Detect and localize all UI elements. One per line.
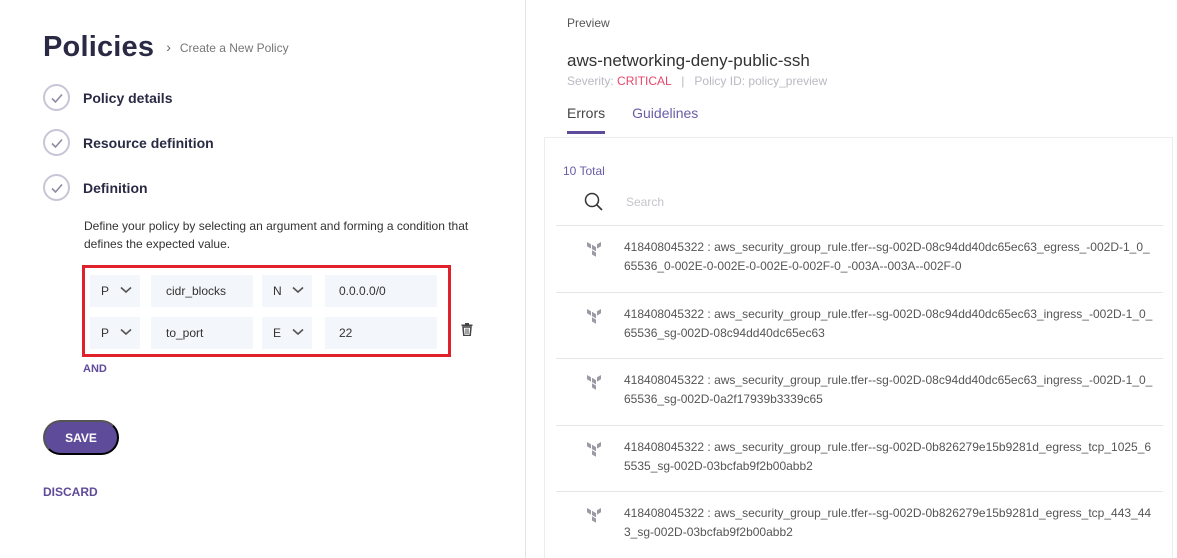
check-circle-icon xyxy=(43,84,70,111)
operator-select[interactable]: P xyxy=(90,317,140,349)
definition-description: Define your policy by selecting an argum… xyxy=(84,219,469,251)
severity-badge: CRITICAL xyxy=(617,74,672,88)
breadcrumb-separator-icon: › xyxy=(166,39,171,55)
list-item[interactable]: 418408045322 : aws_security_group_rule.t… xyxy=(556,424,1163,492)
argument-value: to_port xyxy=(166,326,204,340)
list-item[interactable]: 418408045322 : aws_security_group_rule.t… xyxy=(556,491,1163,558)
comparator-select[interactable]: N xyxy=(262,275,312,307)
panel-divider xyxy=(525,0,526,558)
argument-input[interactable]: to_port xyxy=(151,317,253,349)
comparator-value: E xyxy=(273,326,282,340)
operator-value: P xyxy=(101,326,110,340)
trash-icon[interactable] xyxy=(461,323,473,336)
errors-list: 418408045322 : aws_security_group_rule.t… xyxy=(556,225,1163,558)
error-text: 418408045322 : aws_security_group_rule.t… xyxy=(624,240,1150,273)
condition-row: P cidr_blocks N 0.0.0.0/0 xyxy=(90,275,442,307)
terraform-icon xyxy=(587,242,601,257)
errors-total: 10 Total xyxy=(563,164,605,178)
conditions-highlight-box: P cidr_blocks N 0.0.0.0/0 P to_port E 22 xyxy=(82,265,451,357)
search-input[interactable] xyxy=(626,195,926,209)
error-text: 418408045322 : aws_security_group_rule.t… xyxy=(624,439,1152,473)
argument-value: cidr_blocks xyxy=(166,284,227,298)
terraform-icon xyxy=(587,308,601,324)
error-text: 418408045322 : aws_security_group_rule.t… xyxy=(624,306,1153,340)
step-definition[interactable]: Definition xyxy=(43,174,148,201)
terraform-icon xyxy=(587,375,601,390)
left-panel: Policies › Create a New Policy Policy de… xyxy=(0,0,525,558)
policy-id: Policy ID: policy_preview xyxy=(694,74,828,88)
tab-guidelines[interactable]: Guidelines xyxy=(632,105,698,134)
condition-value: 22 xyxy=(339,326,353,340)
value-input[interactable]: 22 xyxy=(325,317,437,349)
search-icon xyxy=(584,192,603,211)
step-label: Resource definition xyxy=(83,134,214,151)
chevron-down-icon xyxy=(120,286,132,294)
severity-label: Severity: xyxy=(567,74,614,88)
preview-tabs: Errors Guidelines xyxy=(567,105,725,134)
step-label: Definition xyxy=(83,179,148,196)
error-text: 418408045322 : aws_security_group_rule.t… xyxy=(624,506,1152,539)
step-policy-details[interactable]: Policy details xyxy=(43,84,172,111)
policy-meta: Severity: CRITICAL | Policy ID: policy_p… xyxy=(567,74,827,88)
comparator-select[interactable]: E xyxy=(262,317,312,349)
chevron-down-icon xyxy=(292,286,304,294)
operator-value: P xyxy=(101,284,110,298)
page: Policies › Create a New Policy Policy de… xyxy=(0,0,1177,558)
terraform-icon xyxy=(587,508,601,523)
list-item[interactable]: 418408045322 : aws_security_group_rule.t… xyxy=(556,225,1163,292)
tab-errors[interactable]: Errors xyxy=(567,105,606,134)
error-text: 418408045322 : aws_security_group_rule.t… xyxy=(624,373,1153,406)
step-resource-definition[interactable]: Resource definition xyxy=(43,129,214,156)
chevron-down-icon xyxy=(292,328,304,336)
terraform-icon xyxy=(587,441,601,457)
save-button[interactable]: SAVE xyxy=(43,420,119,455)
add-and-condition-button[interactable]: AND xyxy=(83,363,107,375)
breadcrumb: Create a New Policy xyxy=(179,41,289,55)
operator-select[interactable]: P xyxy=(90,275,140,307)
list-item[interactable]: 418408045322 : aws_security_group_rule.t… xyxy=(556,358,1163,425)
list-item[interactable]: 418408045322 : aws_security_group_rule.t… xyxy=(556,291,1163,359)
step-label: Policy details xyxy=(83,89,173,106)
preview-label: Preview xyxy=(567,16,610,30)
page-title: Policies xyxy=(43,31,155,63)
condition-value: 0.0.0.0/0 xyxy=(339,284,386,298)
meta-separator: | xyxy=(681,74,685,88)
chevron-down-icon xyxy=(120,328,132,336)
check-circle-icon xyxy=(43,174,70,201)
title-row: Policies › Create a New Policy xyxy=(43,31,289,64)
argument-input[interactable]: cidr_blocks xyxy=(151,275,253,307)
comparator-value: N xyxy=(273,284,282,298)
value-input[interactable]: 0.0.0.0/0 xyxy=(325,275,437,307)
policy-name: aws-networking-deny-public-ssh xyxy=(567,51,810,70)
discard-button[interactable]: DISCARD xyxy=(43,485,98,499)
check-circle-icon xyxy=(43,129,70,156)
condition-row: P to_port E 22 xyxy=(90,317,442,349)
